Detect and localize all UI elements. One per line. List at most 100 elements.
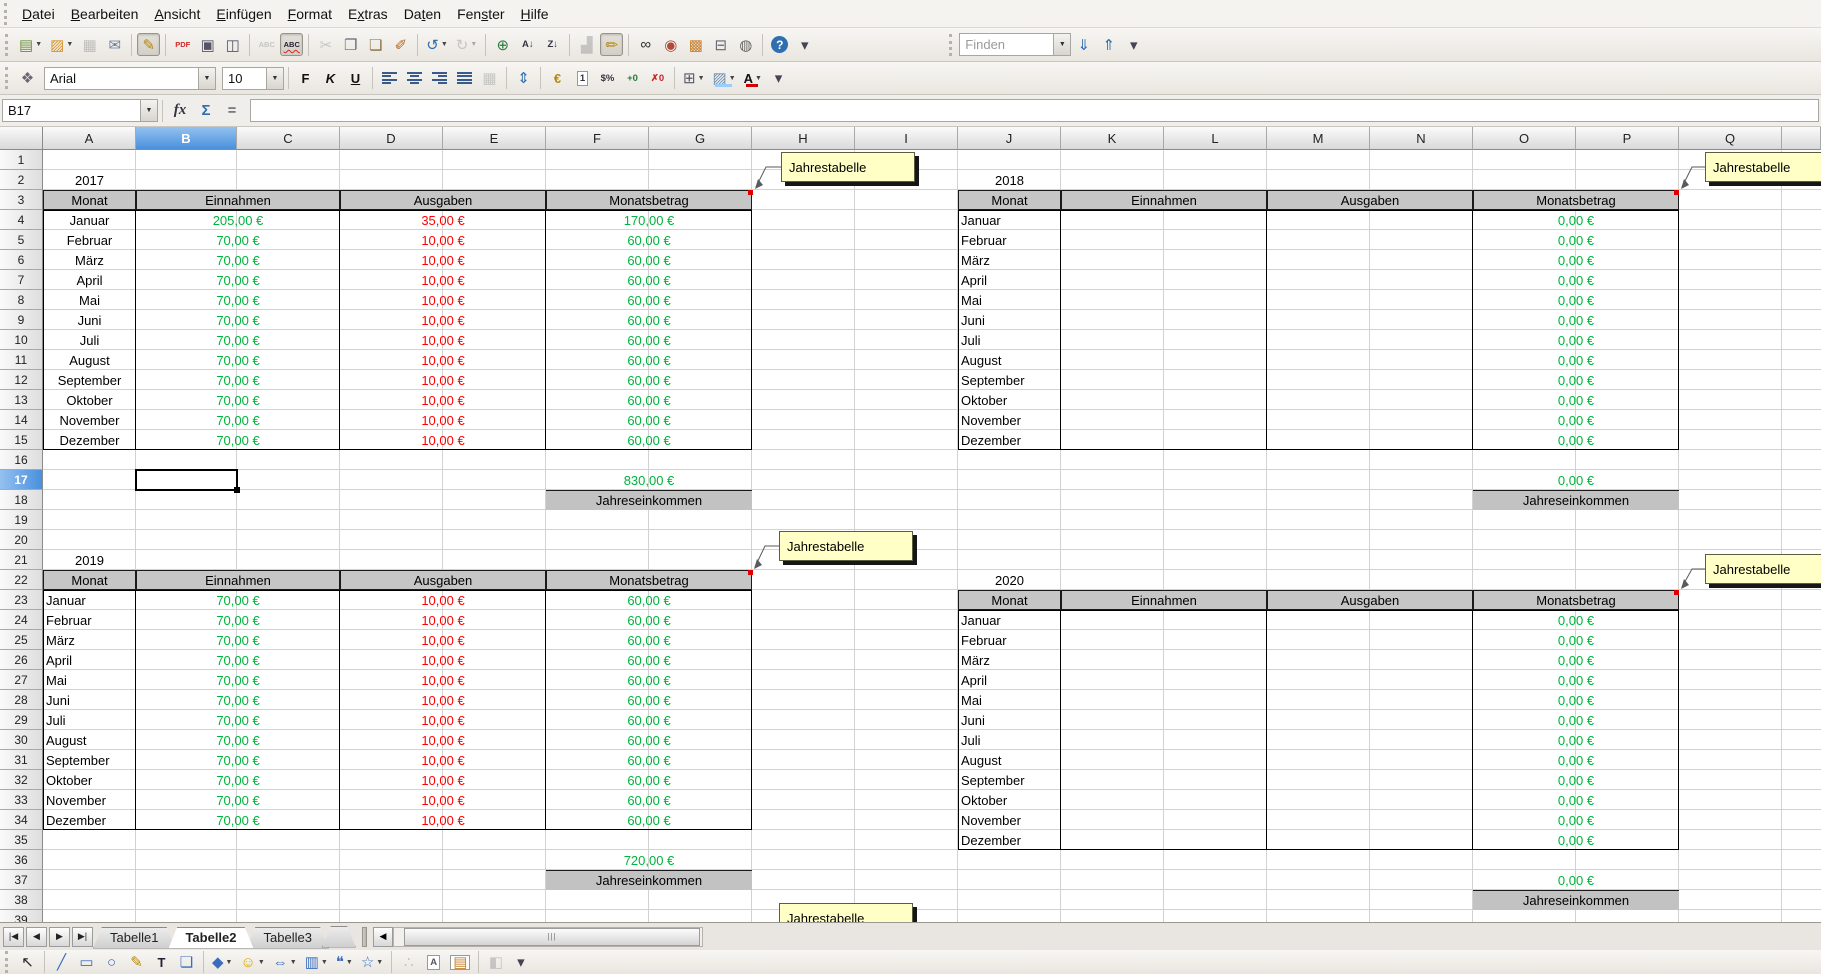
table-2018-amount-cell[interactable]: 0,00 €: [1473, 330, 1679, 350]
align-justify-button[interactable]: [453, 67, 476, 90]
table-2017-income-cell[interactable]: 70,00 €: [136, 310, 340, 330]
table-2017-amount-cell[interactable]: 60,00 €: [546, 410, 752, 430]
currency-format-button[interactable]: €: [546, 67, 569, 90]
table-2018-amount-cell[interactable]: 0,00 €: [1473, 310, 1679, 330]
row-header-3[interactable]: 3: [0, 190, 43, 210]
table-2019-expense-cell[interactable]: 10,00 €: [340, 710, 546, 730]
table-2018-amount-cell[interactable]: 0,00 €: [1473, 430, 1679, 450]
table-2017-expense-cell[interactable]: 10,00 €: [340, 430, 546, 450]
line-button[interactable]: ╱: [50, 951, 73, 974]
column-header-m[interactable]: M: [1267, 127, 1370, 150]
align-right-button[interactable]: [428, 67, 451, 90]
table-2020-amount-cell[interactable]: 0,00 €: [1473, 770, 1679, 790]
find-box[interactable]: ▼: [959, 33, 1071, 56]
table-2018-amount-cell[interactable]: 0,00 €: [1473, 270, 1679, 290]
first-sheet-button[interactable]: |◀: [3, 927, 24, 947]
sum-button[interactable]: Σ: [193, 100, 219, 122]
table-2018-month-cell[interactable]: Juli: [958, 330, 1061, 350]
table-2019-income-cell[interactable]: 70,00 €: [136, 670, 340, 690]
table-2017-amount-cell[interactable]: 60,00 €: [546, 270, 752, 290]
table-2018-total-label[interactable]: Jahreseinkommen: [1473, 490, 1679, 510]
table-2019-month-cell[interactable]: November: [43, 790, 136, 810]
table-2020-month-cell[interactable]: Januar: [958, 610, 1061, 630]
horizontal-scrollbar[interactable]: |||: [393, 927, 703, 947]
table-2018-amount-cell[interactable]: 0,00 €: [1473, 210, 1679, 230]
draw-functions-button[interactable]: ✏: [600, 33, 623, 56]
table-2020-total-label[interactable]: Jahreseinkommen: [1473, 890, 1679, 910]
table-2018-amount-cell[interactable]: 0,00 €: [1473, 410, 1679, 430]
block-arrows-button-dropdown[interactable]: ▼: [290, 959, 297, 966]
table-2019-month-cell[interactable]: Juli: [43, 710, 136, 730]
table-2019-expense-cell[interactable]: 10,00 €: [340, 790, 546, 810]
hscroll-left-button[interactable]: ◀: [373, 927, 393, 947]
new-document-button-dropdown[interactable]: ▼: [35, 41, 42, 48]
table-2017-amount-cell[interactable]: 60,00 €: [546, 390, 752, 410]
font-color-button-dropdown[interactable]: ▼: [755, 75, 762, 82]
table-2020-month-cell[interactable]: Juni: [958, 710, 1061, 730]
basic-shapes-button[interactable]: ◆▼: [209, 951, 235, 974]
table-2019-income-cell[interactable]: 70,00 €: [136, 770, 340, 790]
table-2017-month-cell[interactable]: September: [43, 370, 136, 390]
row-header-21[interactable]: 21: [0, 550, 43, 570]
styles-button[interactable]: ❖: [16, 67, 39, 90]
select-button[interactable]: ↖: [16, 951, 39, 974]
table-2019-total-cell[interactable]: 720,00 €: [546, 850, 752, 870]
ellipse-button[interactable]: ○: [100, 951, 123, 974]
table-2018-month-cell[interactable]: November: [958, 410, 1061, 430]
table-2020-month-cell[interactable]: September: [958, 770, 1061, 790]
column-header-g[interactable]: G: [649, 127, 752, 150]
font-name-input[interactable]: [45, 68, 198, 89]
export-pdf-button[interactable]: PDF: [171, 33, 194, 56]
table-2017-income-cell[interactable]: 70,00 €: [136, 350, 340, 370]
table-2019-month-cell[interactable]: Januar: [43, 590, 136, 610]
table-2018-header-monatsbetrag[interactable]: Monatsbetrag: [1473, 190, 1679, 210]
table-2018-amount-cell[interactable]: 0,00 €: [1473, 390, 1679, 410]
table-2020-total-cell[interactable]: 0,00 €: [1473, 870, 1679, 890]
table-2017-month-cell[interactable]: Juli: [43, 330, 136, 350]
year-label-2018[interactable]: 2018: [958, 170, 1061, 190]
row-header-22[interactable]: 22: [0, 570, 43, 590]
hyperlink-button[interactable]: ⊕: [491, 33, 514, 56]
table-2019-header-monat[interactable]: Monat: [43, 570, 136, 590]
table-2019-income-cell[interactable]: 70,00 €: [136, 750, 340, 770]
open-button-dropdown[interactable]: ▼: [66, 41, 73, 48]
table-2018-month-cell[interactable]: Dezember: [958, 430, 1061, 450]
table-2017-amount-cell[interactable]: 60,00 €: [546, 310, 752, 330]
column-header-o[interactable]: O: [1473, 127, 1576, 150]
table-2017-expense-cell[interactable]: 10,00 €: [340, 310, 546, 330]
row-header-25[interactable]: 25: [0, 630, 43, 650]
table-2019-amount-cell[interactable]: 60,00 €: [546, 690, 752, 710]
table-2020-amount-cell[interactable]: 0,00 €: [1473, 730, 1679, 750]
table-2020-amount-cell[interactable]: 0,00 €: [1473, 690, 1679, 710]
auto-spellcheck-button[interactable]: ABC: [280, 33, 303, 56]
table-2019-expense-cell[interactable]: 10,00 €: [340, 690, 546, 710]
borders-button[interactable]: ⊞▼: [680, 67, 708, 90]
table-2019-header-monatsbetrag[interactable]: Monatsbetrag: [546, 570, 752, 590]
copy-button[interactable]: ❐: [339, 33, 362, 56]
sort-ascending-button[interactable]: A↓: [516, 33, 539, 56]
row-header-4[interactable]: 4: [0, 210, 43, 230]
table-2017-expense-cell[interactable]: 10,00 €: [340, 330, 546, 350]
email-button[interactable]: ✉: [103, 33, 126, 56]
rectangle-button[interactable]: ▭: [75, 951, 98, 974]
find-down-button[interactable]: ⇓: [1072, 33, 1095, 56]
row-header-24[interactable]: 24: [0, 610, 43, 630]
cell-reference-input[interactable]: [3, 100, 140, 121]
table-2019-income-cell[interactable]: 70,00 €: [136, 810, 340, 830]
zoom-button[interactable]: ◍: [734, 33, 757, 56]
date-format-button[interactable]: 1: [571, 67, 594, 90]
table-2019-income-cell[interactable]: 70,00 €: [136, 650, 340, 670]
menu-einfgen[interactable]: Einfügen: [208, 1, 279, 27]
toolbar-options-button[interactable]: ▾: [793, 33, 816, 56]
table-2020-amount-cell[interactable]: 0,00 €: [1473, 790, 1679, 810]
format-paintbrush-button[interactable]: ✐: [389, 33, 412, 56]
column-header-d[interactable]: D: [340, 127, 443, 150]
table-2020-header-einnahmen[interactable]: Einnahmen: [1061, 590, 1267, 610]
table-2017-expense-cell[interactable]: 10,00 €: [340, 250, 546, 270]
toolbar-options-button[interactable]: ▾: [767, 67, 790, 90]
flowchart-button[interactable]: ▥▼: [302, 951, 331, 974]
table-2019-amount-cell[interactable]: 60,00 €: [546, 650, 752, 670]
row-header-32[interactable]: 32: [0, 770, 43, 790]
row-header-11[interactable]: 11: [0, 350, 43, 370]
row-header-39[interactable]: 39: [0, 910, 43, 922]
